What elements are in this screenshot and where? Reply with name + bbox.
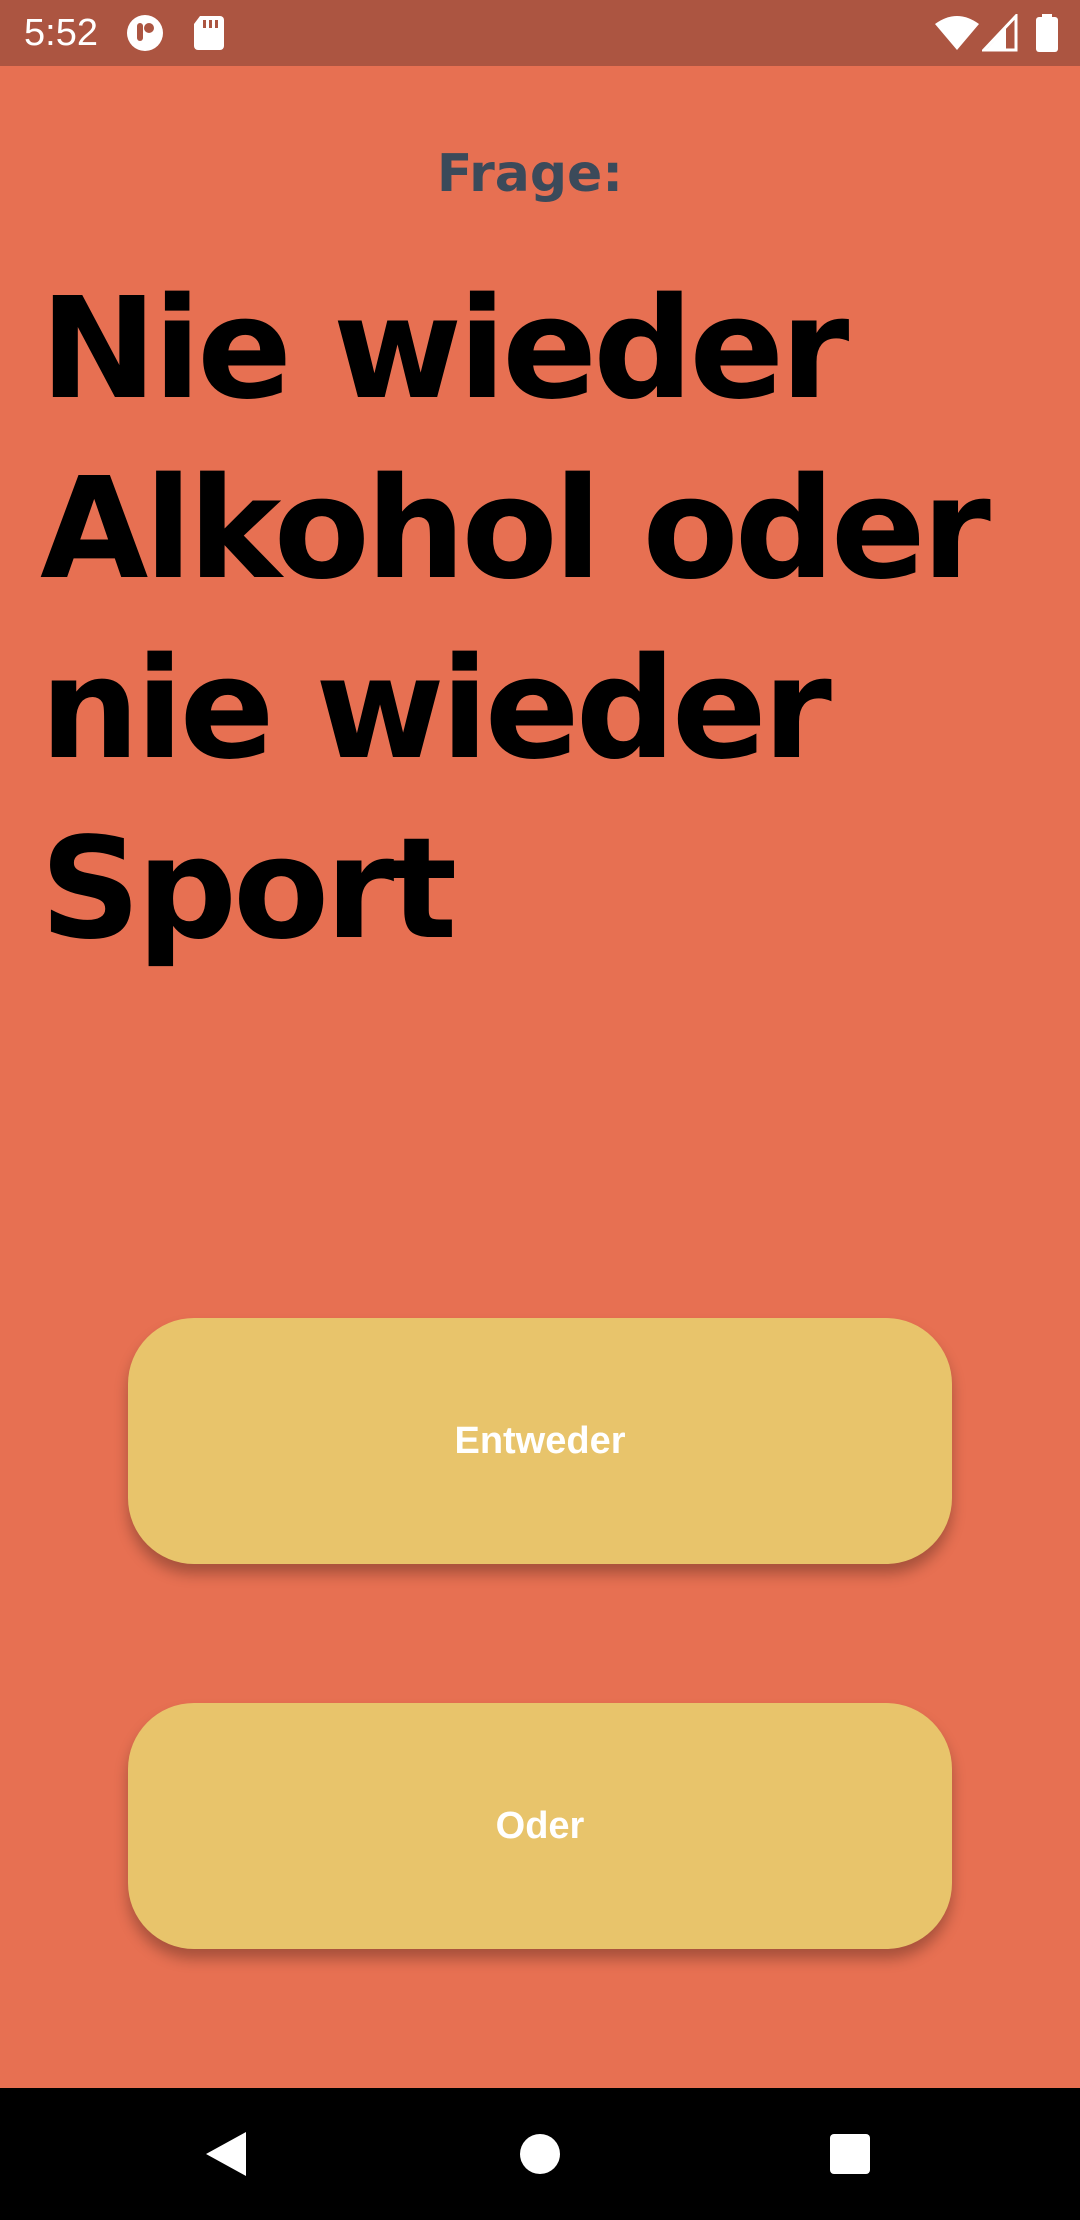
sd-card-icon bbox=[194, 16, 224, 50]
home-button[interactable] bbox=[500, 2114, 580, 2194]
either-button-label: Entweder bbox=[454, 1419, 626, 1462]
recents-button[interactable] bbox=[810, 2114, 890, 2194]
or-button[interactable]: Oder bbox=[128, 1703, 952, 1949]
back-icon bbox=[206, 2132, 246, 2176]
wifi-icon bbox=[935, 16, 979, 50]
or-button-label: Oder bbox=[495, 1804, 585, 1847]
either-button[interactable]: Entweder bbox=[128, 1318, 952, 1564]
status-bar: 5:52 bbox=[0, 0, 1080, 66]
back-button[interactable] bbox=[186, 2114, 266, 2194]
question-text: Nie wieder Alkohol oder nie wieder Sport bbox=[40, 268, 991, 971]
navigation-bar bbox=[0, 2088, 1080, 2220]
cell-signal-icon bbox=[982, 14, 1018, 52]
status-time: 5:52 bbox=[24, 12, 98, 54]
battery-icon bbox=[1036, 14, 1058, 52]
recents-icon bbox=[830, 2134, 870, 2174]
home-icon bbox=[520, 2134, 560, 2174]
question-label: Frage: bbox=[436, 144, 624, 204]
app-notification-icon bbox=[127, 15, 163, 51]
